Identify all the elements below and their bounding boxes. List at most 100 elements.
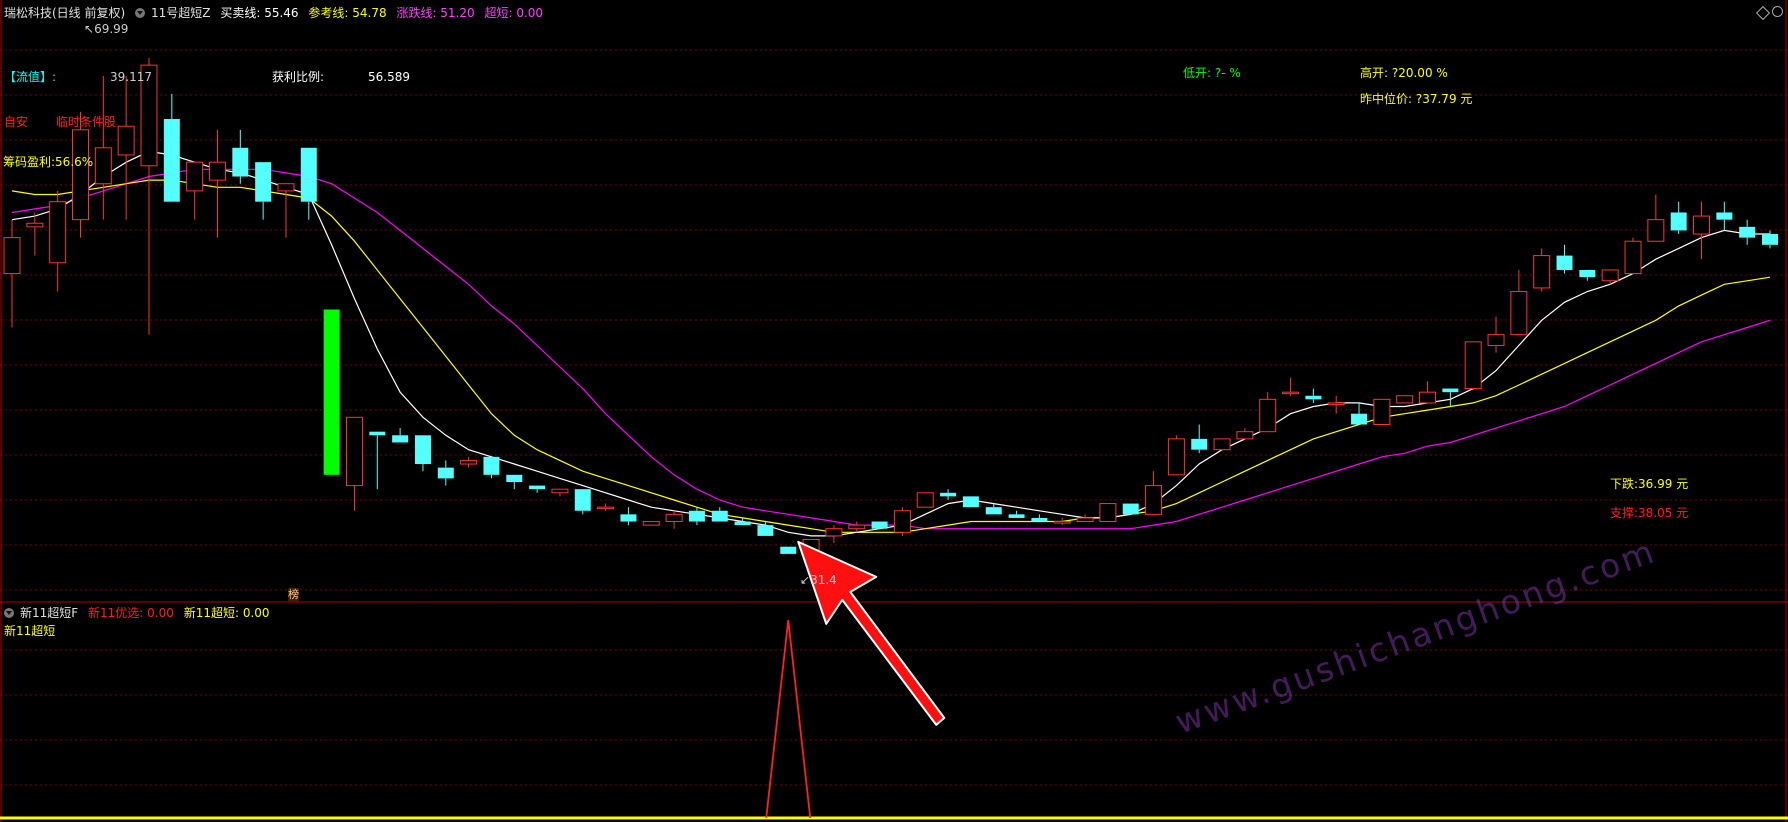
candle-body [1716,212,1733,220]
candle [94,75,112,220]
candle-body [345,416,363,487]
candle-body [1351,413,1368,425]
candle [1693,201,1710,260]
indicator-menu-icon[interactable] [135,8,146,18]
candle-body [323,309,340,475]
candle-body [1031,517,1048,522]
candle-body [1373,398,1391,425]
low-open-label: 低开: ?- % [1183,66,1241,80]
indicator-name: 11号超短Z [151,6,211,20]
candle-body [1419,391,1437,404]
candle-body [642,521,660,526]
candles [3,57,1778,558]
candle-body [551,488,569,494]
candle [26,212,44,256]
candle-body [1396,395,1414,404]
candle-body [186,161,204,192]
candle [642,521,660,526]
chart-title: 瑞松科技(日线 前复权) [4,6,126,20]
ma-slow-line [11,168,1771,530]
candle [1031,514,1048,522]
candle [506,474,523,490]
ma-fast-line [11,150,1770,537]
candle [1579,269,1596,281]
candle [255,162,272,220]
candle [1145,471,1163,515]
candle-body [72,129,89,221]
candle-body [1236,431,1254,440]
support-price-label: 支撑:38.05 元 [1610,506,1689,520]
candle [597,503,615,511]
lower-value-2: 新11超短: 0.00 [183,606,270,620]
candle [186,161,204,220]
candle [1762,230,1778,249]
candle-body [1259,398,1277,433]
candle [369,431,386,490]
lower-indicator-menu-icon[interactable] [4,608,14,618]
candle-body [757,525,774,536]
lower-value-1: 新11优选: 0.00 [88,606,174,620]
liuzhi-value: 39.117 [110,70,152,84]
candle-body [1167,438,1185,476]
zijin-label: 自安 [4,115,29,129]
candle [551,488,569,497]
candle [1647,194,1665,242]
candle [1624,237,1642,275]
liuzhi-label: 【流值】: [4,70,57,84]
candle [232,129,249,184]
candle-body [369,431,386,436]
candle [1670,201,1687,235]
value-short: 超短: 0.00 [484,6,544,20]
candle [117,75,135,220]
candle [529,485,546,493]
candle [1533,248,1551,292]
candle [1739,219,1756,245]
down-price-label: 下跌:36.99 元 [1610,477,1689,491]
candle-body [460,459,478,465]
value-ref: 参考线: 54.78 [308,6,387,20]
candle-body [940,492,957,497]
high-price-label: ↖69.99 [84,22,129,36]
candle-body [962,496,979,508]
candle-body [734,521,751,526]
candle-body [506,474,523,482]
temp-condition-label: 临时条件股 [56,115,117,129]
candle-body [1739,226,1756,238]
candle-body [1008,514,1025,518]
candle-body [1327,402,1345,405]
kline-chart[interactable] [0,0,1788,822]
candle [140,57,158,335]
candle-body [483,456,500,475]
candle-body [1191,438,1208,450]
high-open-label: 高开: ?20.00 % [1360,66,1448,80]
candle [300,147,317,220]
candle-body [1145,485,1163,515]
candle [392,428,409,443]
candle-body [848,524,866,530]
candle [893,507,911,536]
candle [163,93,180,202]
ring-icon[interactable] [1772,6,1783,17]
candle [574,489,591,515]
candle-body [871,521,888,529]
candle-body [1076,517,1094,523]
candle-body [1533,255,1551,289]
candle-body [893,510,911,533]
candle-body [1510,291,1528,336]
candle [825,525,843,544]
candle-body [94,147,112,185]
candle-body [1464,341,1482,390]
lower-header: 新11超短F 新11优选: 0.00 新11超短: 0.00 [4,606,276,620]
candle [49,190,67,292]
candle-body [1670,212,1687,231]
candle [985,503,1002,515]
candle-body [574,489,591,511]
candle [345,416,363,511]
profit-ratio-value: 56.589 [368,70,410,84]
candle-body [392,435,409,443]
moving-averages [11,150,1771,537]
candle-body [825,528,843,537]
candle [72,111,89,238]
candle-body [688,510,705,522]
candle-body [597,506,615,510]
